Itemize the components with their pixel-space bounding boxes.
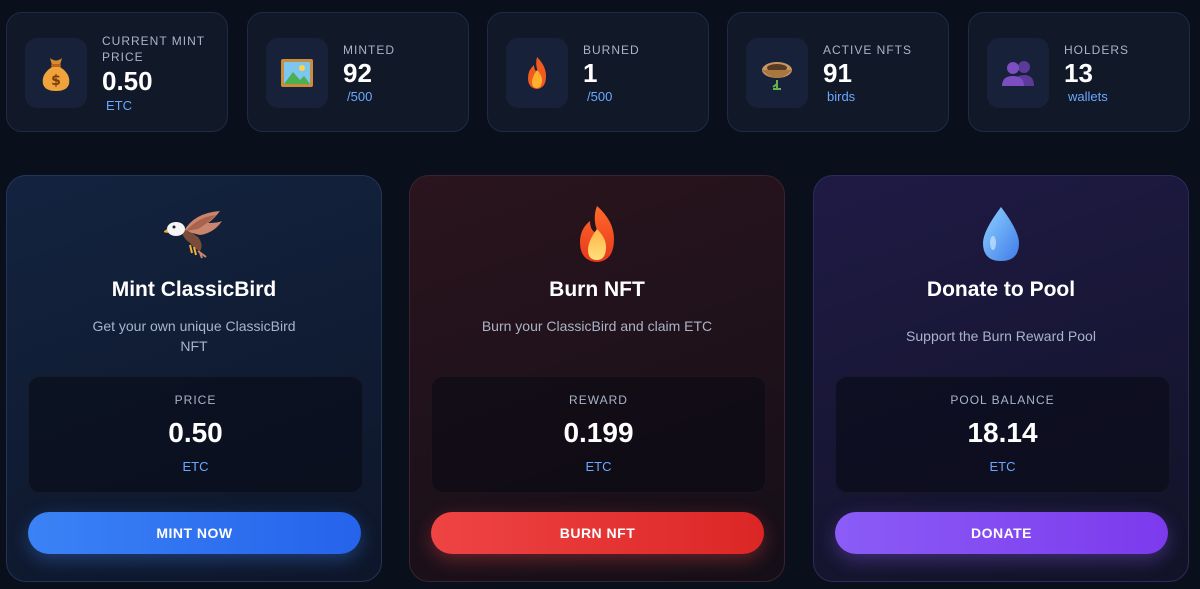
box-label: POOL BALANCE (950, 393, 1055, 407)
mint-card: Mint ClassicBird Get your own unique Cla… (6, 175, 382, 582)
stat-active-nfts: ACTIVE NFTS 91 birds (727, 12, 949, 132)
stat-burned: BURNED 1 /500 (487, 12, 709, 132)
fire-icon (506, 38, 568, 108)
card-title: Donate to Pool (926, 278, 1076, 301)
price-box: PRICE 0.50 ETC (28, 376, 363, 493)
box-label: PRICE (174, 393, 217, 407)
stat-label: BURNED (583, 43, 640, 57)
stat-unit: wallets (1068, 89, 1108, 104)
box-value: 0.50 (168, 417, 223, 448)
burn-nft-button[interactable]: BURN NFT (431, 512, 764, 554)
reward-box: REWARD 0.199 ETC (431, 376, 766, 493)
donate-button[interactable]: DONATE (835, 512, 1168, 554)
card-description: Burn your ClassicBird and claim ETC (481, 318, 713, 334)
stat-value: 13 (1064, 58, 1093, 88)
donate-card: Donate to Pool Support the Burn Reward P… (813, 175, 1189, 582)
fire-icon (410, 206, 784, 262)
stat-holders: HOLDERS 13 wallets (968, 12, 1190, 132)
droplet-icon (814, 206, 1188, 262)
nest-icon (746, 38, 808, 108)
stat-value: 1 (583, 58, 598, 88)
pool-balance-box: POOL BALANCE 18.14 ETC (835, 376, 1170, 493)
stat-current-mint-price: $ CURRENT MINT PRICE 0.50 ETC (6, 12, 228, 132)
box-unit: ETC (182, 459, 209, 474)
stat-unit: ETC (106, 98, 132, 113)
stat-value: 91 (823, 58, 852, 88)
stat-value: 92 (343, 58, 372, 88)
framed-picture-icon (266, 38, 328, 108)
stat-unit: /500 (347, 89, 373, 104)
stat-label: MINTED (343, 43, 395, 57)
box-label: REWARD (569, 393, 628, 407)
box-unit: ETC (989, 459, 1016, 474)
stat-minted: MINTED 92 /500 (247, 12, 469, 132)
card-title: Burn NFT (549, 278, 645, 301)
stat-label: ACTIVE NFTS (823, 43, 913, 57)
box-value: 18.14 (967, 417, 1038, 448)
stat-label: HOLDERS (1064, 43, 1130, 57)
card-description: Support the Burn Reward Pool (906, 328, 1096, 344)
svg-text:$: $ (51, 73, 61, 89)
box-value: 0.199 (563, 417, 634, 448)
users-icon (987, 38, 1049, 108)
mint-now-button[interactable]: MINT NOW (28, 512, 361, 554)
stat-unit: /500 (587, 89, 613, 104)
card-description: Get your own unique ClassicBird NFT (92, 318, 296, 354)
stat-value: 0.50 (102, 66, 153, 96)
stat-unit: birds (827, 89, 856, 104)
stats-row: $ CURRENT MINT PRICE 0.50 ETC MINTED 92 … (6, 12, 1194, 132)
burn-card: Burn NFT Burn your ClassicBird and claim… (409, 175, 785, 582)
box-unit: ETC (585, 459, 612, 474)
eagle-icon (7, 206, 381, 262)
money-bag-icon: $ (25, 38, 87, 108)
stat-label: CURRENT MINT PRICE (102, 34, 205, 64)
card-title: Mint ClassicBird (111, 278, 277, 301)
